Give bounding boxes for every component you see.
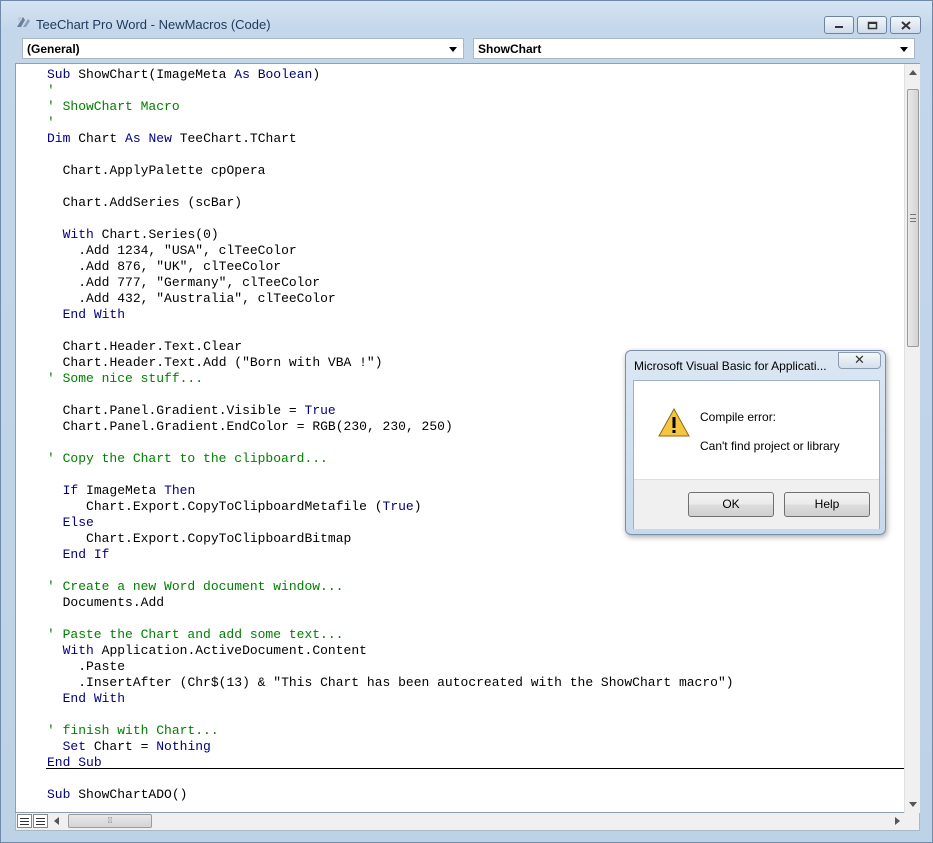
- code-line[interactable]: .Add 876, "UK", clTeeColor: [47, 259, 734, 275]
- title-bar[interactable]: TeeChart Pro Word - NewMacros (Code): [1, 1, 932, 37]
- dialog-close-button[interactable]: ✕: [838, 352, 881, 369]
- code-line[interactable]: ' Create a new Word document window...: [47, 579, 734, 595]
- vertical-scroll-thumb[interactable]: [907, 89, 919, 347]
- code-line[interactable]: [47, 211, 734, 227]
- compile-error-dialog: Microsoft Visual Basic for Applicati... …: [625, 350, 886, 535]
- procedure-dropdown[interactable]: ShowChart: [473, 38, 915, 59]
- object-dropdown-value: (General): [27, 42, 80, 56]
- code-line[interactable]: .Add 1234, "USA", clTeeColor: [47, 243, 734, 259]
- error-heading: Compile error:: [700, 410, 777, 424]
- code-line[interactable]: .Paste: [47, 659, 734, 675]
- vba-app-icon: [17, 17, 30, 27]
- code-line[interactable]: .Add 777, "Germany", clTeeColor: [47, 275, 734, 291]
- scroll-up-arrow-icon[interactable]: [909, 70, 917, 75]
- code-line[interactable]: Sub ShowChart(ImageMeta As Boolean): [47, 67, 734, 83]
- code-line[interactable]: ' Paste the Chart and add some text...: [47, 627, 734, 643]
- code-line[interactable]: End With: [47, 307, 734, 323]
- code-line[interactable]: Chart.AddSeries (scBar): [47, 195, 734, 211]
- minimize-icon: [835, 26, 843, 28]
- horizontal-scroll-thumb[interactable]: ⁞⁞: [68, 814, 152, 828]
- warning-icon: [658, 408, 690, 437]
- full-module-view-button[interactable]: [33, 814, 48, 828]
- procedure-view-button[interactable]: [17, 814, 32, 828]
- scroll-right-arrow-icon[interactable]: [895, 817, 900, 825]
- code-line[interactable]: [47, 323, 734, 339]
- code-line[interactable]: [47, 707, 734, 723]
- code-line[interactable]: Chart.ApplyPalette cpOpera: [47, 163, 734, 179]
- code-line[interactable]: ': [47, 83, 734, 99]
- code-line[interactable]: ' ShowChart Macro: [47, 99, 734, 115]
- help-button[interactable]: Help: [784, 492, 870, 517]
- procedure-dropdown-value: ShowChart: [478, 42, 542, 56]
- close-icon: [900, 20, 911, 30]
- dialog-body: Compile error: Can't find project or lib…: [633, 380, 880, 529]
- vertical-scrollbar[interactable]: [904, 64, 920, 813]
- scroll-left-arrow-icon[interactable]: [54, 817, 59, 825]
- code-line[interactable]: Sub ShowChartADO(): [47, 787, 187, 803]
- object-dropdown[interactable]: (General): [22, 38, 464, 59]
- error-message: Can't find project or library: [700, 439, 840, 453]
- scroll-down-arrow-icon[interactable]: [909, 802, 917, 807]
- window-title: TeeChart Pro Word - NewMacros (Code): [36, 17, 271, 32]
- code-procedure-showchartado[interactable]: Sub ShowChartADO(): [47, 787, 187, 803]
- close-button[interactable]: [890, 16, 921, 34]
- code-line[interactable]: With Chart.Series(0): [47, 227, 734, 243]
- close-icon: ✕: [854, 352, 865, 367]
- code-line[interactable]: End With: [47, 691, 734, 707]
- dialog-title: Microsoft Visual Basic for Applicati...: [634, 359, 827, 373]
- code-line[interactable]: .Add 432, "Australia", clTeeColor: [47, 291, 734, 307]
- ok-button[interactable]: OK: [688, 492, 774, 517]
- chevron-down-icon[interactable]: [449, 47, 457, 52]
- horizontal-scrollbar-bar: ⁞⁞: [15, 813, 920, 831]
- code-line[interactable]: [47, 179, 734, 195]
- code-line[interactable]: [47, 611, 734, 627]
- code-line[interactable]: [47, 147, 734, 163]
- dialog-footer: OK Help: [634, 479, 879, 529]
- code-line[interactable]: With Application.ActiveDocument.Content: [47, 643, 734, 659]
- code-line[interactable]: ': [47, 115, 734, 131]
- code-line[interactable]: End If: [47, 547, 734, 563]
- minimize-button[interactable]: [824, 16, 854, 34]
- code-line[interactable]: .InsertAfter (Chr$(13) & "This Chart has…: [47, 675, 733, 691]
- code-line[interactable]: Dim Chart As New TeeChart.TChart: [47, 131, 734, 147]
- code-line[interactable]: Documents.Add: [47, 595, 734, 611]
- code-line[interactable]: Set Chart = Nothing: [47, 739, 734, 755]
- procedure-separator: [46, 768, 904, 769]
- restore-icon: [867, 21, 877, 29]
- restore-button[interactable]: [857, 16, 887, 34]
- code-line[interactable]: [47, 563, 734, 579]
- code-line[interactable]: ' finish with Chart...: [47, 723, 734, 739]
- grip-icon: [910, 214, 916, 222]
- chevron-down-icon[interactable]: [900, 47, 908, 52]
